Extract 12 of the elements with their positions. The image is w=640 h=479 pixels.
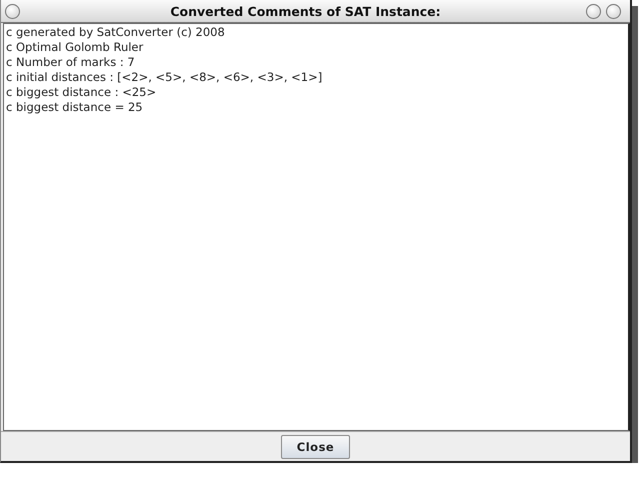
window-button-icon[interactable] [586,4,601,18]
window-button-icon[interactable] [606,4,621,18]
text-area[interactable]: c generated by SatConverter (c) 2008 c Optimal Golomb Ruler c Number of marks : 7 c initial distances : [<2>, <5>, <8>, <6>, <3>, <1>] c biggest distance : <25> c biggest distance = 25 [3,23,630,431]
text-line: c Optimal Golomb Ruler [6,40,144,55]
text-line: c generated by SatConverter (c) 2008 [6,25,226,40]
window-title: Converted Comments of SAT Instance: [169,4,442,18]
window-button-icon[interactable] [5,4,20,18]
close-button[interactable]: Close [281,434,350,458]
text-line: c biggest distance = 25 [6,100,144,115]
text-line: c initial distances : [<2>, <5>, <8>, <6>, <3>, <1>] [6,70,324,85]
text-line: c Number of marks : 7 [6,55,136,70]
text-line: c biggest distance : <25> [6,85,158,100]
